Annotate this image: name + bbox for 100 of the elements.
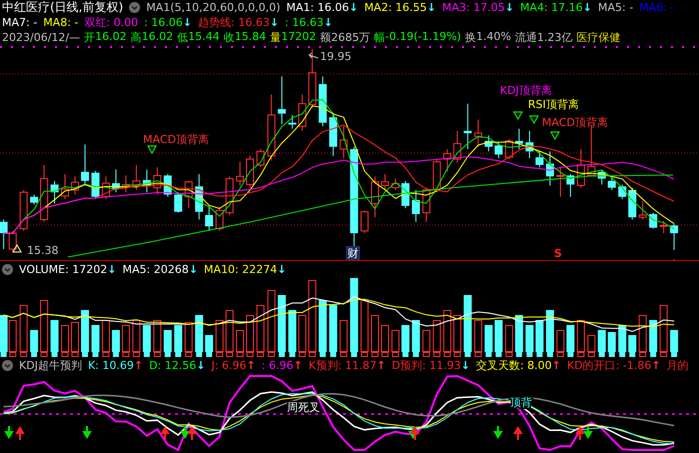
trend-arrow: ↑ (376, 359, 386, 372)
candlestick (608, 176, 616, 190)
candlestick (638, 200, 647, 220)
volume-bar (288, 310, 296, 352)
volume-bar (20, 305, 28, 352)
candlestick (443, 148, 452, 172)
candlestick (195, 174, 204, 220)
volume-bar (205, 335, 214, 352)
quote-value: 17202 (281, 30, 316, 45)
indicator-value: MA4: 17.16 (520, 1, 583, 14)
trend-arrow: ↓ (196, 359, 206, 372)
quote-label: 幅 (374, 30, 386, 45)
candlestick (649, 212, 658, 230)
volume-bar (122, 325, 130, 352)
volume-bar (195, 315, 204, 352)
candlestick (205, 205, 214, 232)
volume-bar (174, 325, 182, 352)
signal-label: MACD顶背离 (542, 116, 608, 129)
candlestick (174, 192, 182, 214)
up-signal-icon (411, 426, 419, 441)
quote-label: 收 (224, 30, 235, 45)
volume-bar (102, 320, 110, 352)
volume-bar (132, 320, 140, 352)
quote-value: 2685万 (331, 30, 370, 45)
volume-bar (153, 320, 162, 352)
up-signal-icon (16, 426, 24, 441)
trend-arrow: ↑ (293, 359, 303, 372)
volume-bar (649, 320, 658, 352)
down-signal-icon (83, 425, 91, 439)
indicator-value: 交叉天数: 8.00 (476, 358, 552, 373)
collapse-icon[interactable] (2, 264, 13, 275)
candlestick (464, 103, 472, 150)
volume-bar (142, 325, 151, 352)
trend-arrow: ↓ (270, 16, 279, 29)
candlestick (308, 48, 316, 109)
volume-bar (536, 320, 544, 352)
indicator-title: KDJ超牛预判 (19, 358, 82, 373)
candlestick (288, 114, 296, 130)
candlestick (505, 138, 514, 160)
collapse-icon[interactable] (2, 360, 13, 371)
signal-triangle-icon (512, 111, 524, 120)
quote-label: 换 (465, 30, 476, 45)
candlestick (122, 174, 130, 193)
indicator-params: MA1(5,10,20,60,0,0,0,0) (146, 1, 280, 14)
candlestick (61, 174, 69, 200)
trend-arrow: ↑ (246, 359, 256, 372)
stock-title: 中红医疗(日线,前复权) (2, 0, 124, 16)
indicator-value: MA2: 16.55 (364, 1, 427, 14)
price-label: 19.95 (320, 50, 352, 63)
indicator-value: 趋势线: 16.63 (198, 15, 270, 30)
trend-arrow: ↑ (651, 359, 661, 372)
volume-bar (464, 295, 472, 352)
price-label: 15.38 (27, 244, 58, 257)
signal-label: RSI顶背离 (528, 98, 579, 111)
indicator-value: J: 6.96 (211, 359, 246, 372)
trend-arrow: ↓ (182, 16, 192, 29)
candlestick (566, 174, 574, 198)
signal-triangle-icon (146, 145, 158, 154)
volume-bar (112, 330, 120, 352)
up-signal-icon (161, 426, 169, 441)
volume-bar (164, 330, 172, 352)
down-signal-icon (584, 425, 592, 439)
candlestick (216, 206, 224, 232)
signal-triangle-icon (528, 115, 540, 124)
trend-arrow: ↓ (107, 263, 116, 276)
candlestick (474, 119, 482, 148)
volume-bar (8, 320, 17, 352)
candlestick (318, 76, 327, 127)
candlestick (329, 112, 338, 156)
quote-value: -0.19(-1.19%) (385, 30, 462, 45)
trend-arrow: ↓ (324, 16, 333, 29)
indicator-value: MA6: - (639, 1, 674, 14)
candlestick (132, 164, 140, 190)
signal-triangle-icon (550, 131, 560, 140)
candlestick (298, 94, 306, 132)
collapse-icon[interactable] (129, 2, 140, 13)
volume-bar (638, 315, 647, 352)
low-triangle-icon (12, 244, 22, 252)
quote-label: 额 (320, 30, 332, 45)
candlestick (660, 220, 668, 234)
indicator-value: MA7: - (2, 16, 38, 29)
volume-bar (391, 330, 400, 352)
quote-label: 2023/06/12/— (2, 31, 80, 44)
indicator-value: MA5: 20268 (122, 263, 189, 276)
candlestick (598, 169, 606, 186)
trend-arrow: ↓ (277, 263, 286, 276)
candlestick (81, 144, 89, 186)
volume-bar (412, 320, 420, 352)
candlestick (556, 166, 564, 198)
quote-value: 15.84 (234, 30, 266, 45)
trend-arrow: ↑ (134, 359, 144, 372)
volume-bar (91, 325, 100, 352)
volume-bar (256, 305, 264, 352)
trend-arrow: ↓ (460, 359, 470, 372)
event-badge: 财 (346, 246, 360, 260)
volume-bar (566, 325, 574, 352)
indicator-value: K: 10.69 (88, 359, 134, 372)
candlestick (515, 128, 524, 150)
trend-arrow: ↓ (582, 1, 592, 14)
down-signal-icon (5, 425, 13, 439)
